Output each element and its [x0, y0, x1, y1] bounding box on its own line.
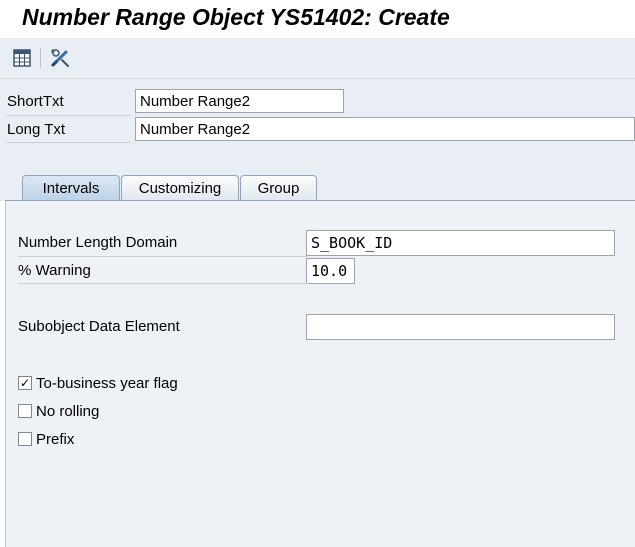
to-business-year-flag-label: To-business year flag: [36, 374, 178, 392]
warning-underline: [18, 283, 308, 284]
subobject-data-element-label: Subobject Data Element: [18, 318, 180, 335]
application-toolbar: [0, 38, 635, 79]
table-button[interactable]: [10, 46, 34, 70]
tab-customizing-label: Customizing: [138, 179, 222, 197]
intervals-panel: Number Length Domain % Warning Subobject…: [5, 200, 635, 547]
toolbar-separator: [40, 48, 41, 68]
table-icon: [13, 49, 31, 67]
short-text-input[interactable]: [135, 89, 344, 113]
to-business-year-flag-row[interactable]: ✓ To-business year flag: [18, 373, 178, 393]
number-length-domain-underline: [18, 256, 308, 257]
number-length-domain-label: Number Length Domain: [18, 234, 178, 251]
number-length-domain-input[interactable]: [306, 230, 615, 256]
no-rolling-row[interactable]: No rolling: [18, 401, 99, 421]
title-bar: Number Range Object YS51402: Create: [0, 0, 635, 38]
tab-group[interactable]: Group: [240, 175, 317, 200]
warning-input[interactable]: [306, 258, 355, 284]
long-text-label: Long Txt: [7, 121, 66, 138]
tab-group-label: Group: [257, 179, 300, 197]
long-text-input[interactable]: [135, 117, 635, 141]
tab-customizing[interactable]: Customizing: [121, 175, 239, 200]
settings-pen-icon: [51, 49, 69, 67]
window-title: Number Range Object YS51402: Create: [22, 4, 450, 30]
tab-intervals-label: Intervals: [42, 180, 100, 197]
prefix-row[interactable]: Prefix: [18, 429, 74, 449]
tab-intervals[interactable]: Intervals: [22, 175, 120, 201]
prefix-checkbox[interactable]: [18, 432, 32, 446]
tab-strip: Intervals Customizing Group: [0, 145, 635, 201]
warning-label: % Warning: [18, 262, 91, 279]
no-rolling-label: No rolling: [36, 402, 100, 420]
long-text-underline: [6, 142, 131, 143]
subobject-data-element-input[interactable]: [306, 314, 615, 340]
short-text-label: ShortTxt: [7, 93, 64, 110]
no-rolling-checkbox[interactable]: [18, 404, 32, 418]
short-text-underline: [6, 115, 131, 116]
header-fields: ShortTxt Long Txt: [0, 79, 635, 145]
settings-button[interactable]: [48, 46, 72, 70]
to-business-year-flag-checkbox[interactable]: ✓: [18, 376, 32, 390]
prefix-label: Prefix: [36, 430, 75, 448]
